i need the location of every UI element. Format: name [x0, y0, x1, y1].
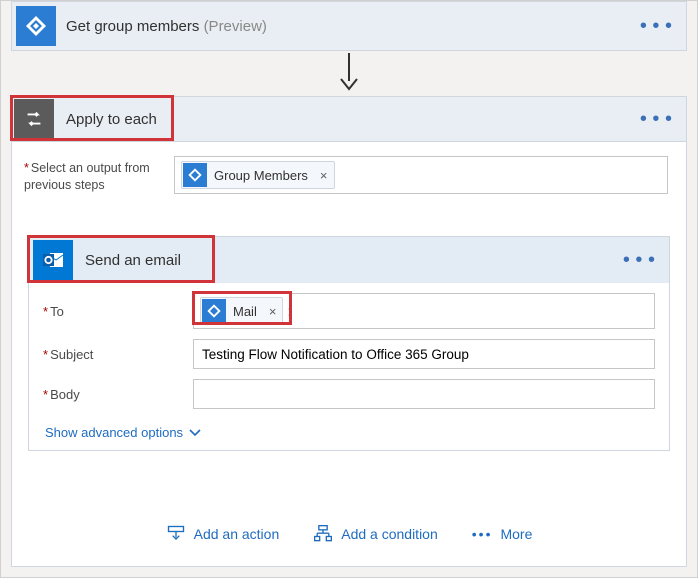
azure-ad-icon — [16, 6, 56, 46]
add-action-icon — [166, 524, 186, 544]
send-email-header[interactable]: Send an email • • • — [29, 237, 669, 283]
body-label: Body — [50, 387, 80, 402]
loop-icon — [14, 99, 54, 139]
apply-to-each-header[interactable]: Apply to each • • • — [12, 97, 686, 142]
send-email-menu-button[interactable]: • • • — [623, 250, 655, 270]
subject-row: *Subject — [43, 339, 655, 369]
outlook-icon — [33, 240, 73, 280]
body-input[interactable] — [193, 379, 655, 409]
token-remove-icon[interactable]: × — [263, 304, 283, 319]
add-condition-button[interactable]: Add a condition — [313, 524, 438, 544]
token-group-members[interactable]: Group Members × — [181, 161, 335, 189]
action-get-group-members[interactable]: Get group members (Preview) • • • — [11, 1, 687, 51]
apply-to-each-title: Apply to each — [66, 111, 157, 128]
bottom-actions: Add an action Add a condition ••• More — [12, 524, 686, 544]
apply-to-each-container: Apply to each • • • *Select an output fr… — [11, 96, 687, 567]
dots-icon: ••• — [472, 526, 493, 542]
select-output-input[interactable]: Group Members × — [174, 156, 668, 194]
add-condition-icon — [313, 524, 333, 544]
to-label: To — [50, 304, 64, 319]
body-row: *Body — [43, 379, 655, 409]
azure-ad-icon — [202, 299, 226, 323]
select-output-row: *Select an output from previous steps Gr… — [12, 142, 686, 202]
apply-menu-button[interactable]: • • • — [640, 109, 672, 129]
token-mail[interactable]: Mail × — [200, 297, 283, 325]
show-advanced-options[interactable]: Show advanced options — [45, 425, 201, 440]
chevron-down-icon — [189, 427, 201, 439]
token-remove-icon[interactable]: × — [314, 168, 334, 183]
add-action-button[interactable]: Add an action — [166, 524, 280, 544]
to-input[interactable]: Mail × ; — [193, 293, 655, 329]
action-send-email: Send an email • • • *To Mail — [28, 236, 670, 451]
azure-ad-icon — [183, 163, 207, 187]
more-button[interactable]: ••• More — [472, 524, 533, 544]
send-email-title: Send an email — [85, 252, 181, 269]
to-row: *To Mail × ; — [43, 293, 655, 329]
select-output-label: *Select an output from previous steps — [24, 156, 174, 194]
flow-arrow-icon — [338, 53, 360, 96]
subject-input[interactable] — [193, 339, 655, 369]
subject-label: Subject — [50, 347, 93, 362]
to-trailing-text: ; — [287, 303, 291, 319]
action-title: Get group members (Preview) — [66, 18, 267, 35]
action-menu-button[interactable]: • • • — [640, 16, 672, 36]
